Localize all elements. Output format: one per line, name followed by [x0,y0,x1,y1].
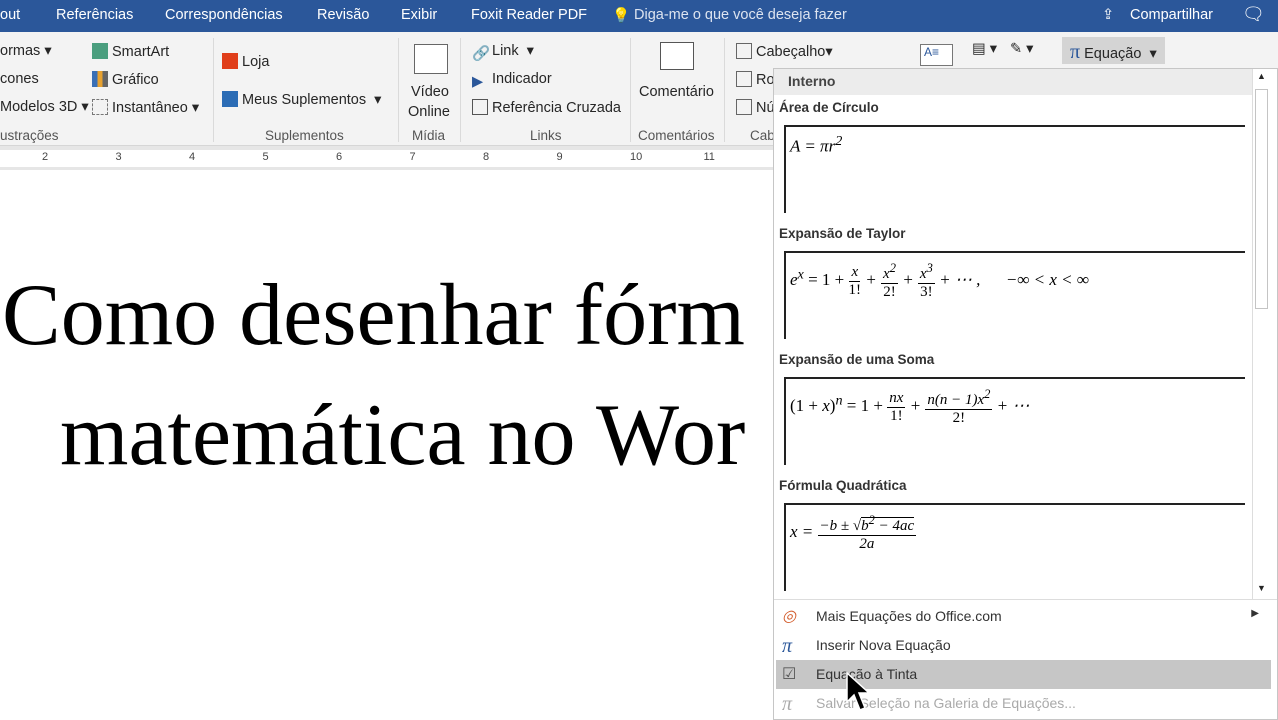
screenshot-button[interactable]: Instantâneo ▾ [92,99,199,116]
ruler-tick-label: 9 [556,151,563,163]
signature-button[interactable]: ✎ ▾ [1010,41,1033,57]
equation-item-quadratic[interactable]: x = −b ± √b2 − 4ac 2a [784,503,1245,591]
smartart-button[interactable]: SmartArt [92,43,169,60]
3d-models-button[interactable]: Modelos 3D ▾ [0,99,89,115]
tell-me-search[interactable]: Diga-me o que você deseja fazer [634,7,847,23]
ribbon-tabs: out Referências Correspondências Revisão… [0,0,1278,32]
share-icon[interactable]: ⇪ [1102,7,1114,23]
chart-button[interactable]: Gráfico [92,71,159,88]
equation-label: Área de Círculo [779,100,879,115]
bookmark-button[interactable]: ▶ Indicador [472,71,552,90]
footer-icon [736,71,752,87]
office-equations-icon: ◎ [782,608,796,625]
scroll-down-arrow-icon[interactable]: ▼ [1257,583,1266,593]
equation-label: Fórmula Quadrática [779,478,907,493]
header-icon [736,43,752,59]
comment-icon[interactable]: 🗨 [1242,4,1265,25]
chart-icon [92,71,108,87]
tab-referencias[interactable]: Referências [56,7,133,23]
group-label-suplementos: Suplementos [265,128,344,143]
save-equation-icon: π [782,693,793,715]
comment-button[interactable]: Comentário [639,84,714,100]
gallery-section-header: Interno [774,69,1252,95]
comment-add-icon [660,42,694,70]
ink-equation-icon: ☑ [782,666,797,683]
tab-exibir[interactable]: Exibir [401,7,437,23]
equation-label: Expansão de Taylor [779,226,906,241]
textbox-icon[interactable]: A≡ [920,44,953,66]
group-label-comentarios: Comentários [638,128,715,143]
document-page: Como desenhar fórm matemática no Wor [0,170,775,720]
footer-button[interactable]: Ro [736,71,775,88]
page-number-icon [736,99,752,115]
online-video-button[interactable]: Vídeo [411,84,449,100]
icons-button[interactable]: cones [0,71,39,87]
tab-correspondencias[interactable]: Correspondências [165,7,283,23]
gallery-scrollbar[interactable]: ▲ ▼ [1252,69,1270,599]
cross-reference-button[interactable]: Referência Cruzada [472,99,621,116]
ruler-tick-label: 6 [336,151,343,163]
divider [774,599,1277,600]
divider [460,38,461,142]
page-number-button[interactable]: Nú [736,99,775,116]
video-icon [414,44,448,74]
equation-button[interactable]: π Equação ▾ [1062,37,1165,64]
divider [213,38,214,142]
tab-revisao[interactable]: Revisão [317,7,369,23]
group-label-cabecalho: Cab [750,128,775,143]
lightbulb-icon: 💡 [612,8,631,24]
ruler-tick-label: 5 [262,151,269,163]
menu-item-more-equations[interactable]: ◎ Mais Equações do Office.com ▶ [776,602,1271,631]
share-button[interactable]: Compartilhar [1130,7,1213,23]
addins-icon [222,91,238,107]
pi-icon: π [1070,41,1081,63]
equation-item-taylor[interactable]: ex = 1 + x 1! + x2 2! + x3 3! + ⋯ , −∞ < x … [784,251,1245,339]
tab-layout[interactable]: out [0,7,20,23]
menu-item-insert-new-equation[interactable]: π Inserir Nova Equação [776,631,1271,660]
ruler-tick-label: 11 [703,151,715,163]
ruler-tick-label: 4 [189,151,196,163]
ruler-tick-label: 2 [42,151,49,163]
divider [398,38,399,142]
ruler-tick-label: 10 [630,151,643,163]
submenu-arrow-icon: ▶ [1251,608,1259,619]
link-icon: 🔗 [472,46,491,62]
cross-reference-icon [472,99,488,115]
ruler-tick-label: 8 [483,151,490,163]
smartart-icon [92,43,108,59]
equation-gallery-dropdown: Interno Área de Círculo A = πr2 Expansão… [773,68,1278,720]
equation-item-circle-area[interactable]: A = πr2 [784,125,1245,213]
scroll-up-arrow-icon[interactable]: ▲ [1257,71,1266,81]
document-heading-line2[interactable]: matemática no Wor [60,385,745,486]
my-addins-button[interactable]: Meus Suplementos ▾ [222,91,381,108]
ruler: 2 3 4 5 6 7 8 9 10 11 [0,146,775,170]
screenshot-icon [92,99,108,115]
pi-icon: π [782,635,793,657]
link-button[interactable]: 🔗 Link ▾ [472,43,534,62]
store-button[interactable]: Loja [222,53,269,70]
scrollbar-thumb[interactable] [1255,89,1268,309]
divider [630,38,631,142]
tab-foxit[interactable]: Foxit Reader PDF [471,7,587,23]
document-heading-line1[interactable]: Como desenhar fórm [2,265,745,366]
group-label-ilustracoes: ustrações [0,128,59,143]
bookmark-icon: ▶ [472,74,484,90]
equation-label: Expansão de uma Soma [779,352,935,367]
divider [724,38,725,142]
ruler-tick-label: 3 [115,151,122,163]
store-icon [222,53,238,69]
equation-item-binomial[interactable]: (1 + x)n = 1 + nx 1! + n(n − 1)x2 2! + ⋯ [784,377,1245,465]
online-video-label: Online [408,104,450,120]
group-label-midia: Mídia [412,128,446,143]
ruler-tick-label: 7 [409,151,416,163]
group-label-links: Links [530,128,562,143]
shapes-button[interactable]: ormas ▾ [0,43,52,59]
mouse-cursor-icon [846,672,871,711]
quick-parts-button[interactable]: ▤ ▾ [972,41,997,57]
header-button[interactable]: Cabeçalho▾ [736,43,833,60]
